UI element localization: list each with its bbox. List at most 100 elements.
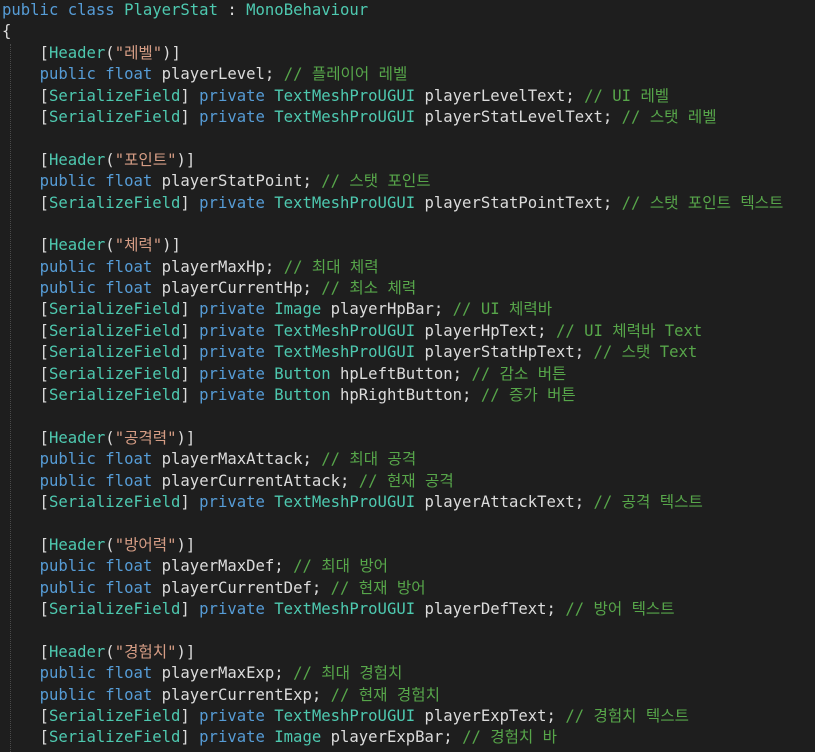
code-line[interactable]: [SerializeField] private TextMeshProUGUI… xyxy=(0,342,815,363)
code-token: private xyxy=(199,492,265,511)
code-token: [ xyxy=(2,300,49,319)
code-line[interactable]: public float playerLevel; // 플레이어 레벨 xyxy=(0,64,815,85)
code-line[interactable]: [SerializeField] private TextMeshProUGUI… xyxy=(0,107,815,128)
code-token: playerDefText; xyxy=(415,599,566,618)
code-token: private xyxy=(199,364,265,383)
code-token: TextMeshProUGUI xyxy=(274,492,416,511)
code-token: [ xyxy=(2,364,49,383)
code-line[interactable]: [SerializeField] private Image playerExp… xyxy=(0,727,815,748)
code-token: ( xyxy=(105,428,115,447)
code-token: // 현재 경험치 xyxy=(330,685,440,704)
code-line[interactable]: [Header("체력")] xyxy=(0,235,815,256)
code-line[interactable]: [Header("포인트")] xyxy=(0,150,815,171)
code-line[interactable]: public float playerStatPoint; // 스탯 포인트 xyxy=(0,171,815,192)
code-token: // 스탯 레벨 xyxy=(621,107,717,126)
code-token: private xyxy=(199,86,265,105)
code-line[interactable]: [Header("경험치")] xyxy=(0,642,815,663)
code-line[interactable]: public class PlayerStat : MonoBehaviour xyxy=(0,0,815,21)
code-line[interactable]: [SerializeField] private Image playerHpB… xyxy=(0,299,815,320)
code-token: // 최소 체력 xyxy=(321,279,417,298)
code-token: TextMeshProUGUI xyxy=(274,343,416,362)
code-token: [ xyxy=(2,535,49,554)
code-token: SerializeField xyxy=(48,492,181,511)
code-line[interactable]: [Header("방어력")] xyxy=(0,535,815,556)
code-token: )] xyxy=(162,236,181,255)
code-token: playerStatLevelText; xyxy=(415,107,622,126)
code-token: ( xyxy=(105,236,115,255)
code-token: private xyxy=(199,343,265,362)
code-token: // 플레이어 레벨 xyxy=(283,65,408,84)
code-token: )] xyxy=(176,150,196,169)
code-token: playerLevelText; xyxy=(415,86,585,105)
code-token: float xyxy=(105,557,153,576)
code-token: ] xyxy=(180,728,200,747)
code-line[interactable] xyxy=(0,513,815,534)
code-line[interactable]: [SerializeField] private Button hpLeftBu… xyxy=(0,364,815,385)
code-token: float xyxy=(105,471,153,490)
code-line[interactable]: public float playerCurrentDef; // 현재 방어 xyxy=(0,578,815,599)
code-token: TextMeshProUGUI xyxy=(274,107,416,126)
code-token: PlayerStat xyxy=(124,1,218,19)
code-line[interactable]: [Header("공격력")] xyxy=(0,428,815,449)
code-token: // 증가 버튼 xyxy=(480,386,576,405)
code-line[interactable]: [SerializeField] private TextMeshProUGUI… xyxy=(0,193,815,214)
code-token: ] xyxy=(180,386,200,405)
code-line[interactable]: public float playerCurrentExp; // 현재 경험치 xyxy=(0,685,815,706)
code-token: private xyxy=(199,386,265,405)
code-token: ( xyxy=(105,150,115,169)
code-token: [ xyxy=(2,428,49,447)
code-token: public xyxy=(39,664,96,683)
code-token: [ xyxy=(2,599,49,618)
code-token: public xyxy=(39,257,96,276)
code-line[interactable]: [Header("레벨")] xyxy=(0,43,815,64)
code-line[interactable]: public float playerCurrentAttack; // 현재 … xyxy=(0,471,815,492)
code-line[interactable]: [SerializeField] private TextMeshProUGUI… xyxy=(0,492,815,513)
code-token: public xyxy=(39,471,96,490)
code-line[interactable] xyxy=(0,214,815,235)
code-editor[interactable]: public class PlayerStat : MonoBehaviour{… xyxy=(0,0,815,752)
code-token: ] xyxy=(180,107,200,126)
code-token: SerializeField xyxy=(48,86,181,105)
code-token: [ xyxy=(2,86,49,105)
code-line[interactable]: [SerializeField] private TextMeshProUGUI… xyxy=(0,86,815,107)
code-line[interactable]: public float playerMaxDef; // 최대 방어 xyxy=(0,556,815,577)
code-line[interactable] xyxy=(0,406,815,427)
code-token: private xyxy=(199,599,265,618)
code-line[interactable]: public float playerMaxHp; // 최대 체력 xyxy=(0,257,815,278)
code-line[interactable]: [SerializeField] private Button hpRightB… xyxy=(0,385,815,406)
code-line[interactable] xyxy=(0,620,815,641)
code-token: Image xyxy=(274,728,322,747)
code-token: playerExpText; xyxy=(415,706,566,725)
code-line[interactable]: [SerializeField] private TextMeshProUGUI… xyxy=(0,321,815,342)
code-token: private xyxy=(199,107,265,126)
code-line[interactable]: public float playerCurrentHp; // 최소 체력 xyxy=(0,278,815,299)
code-line[interactable]: [SerializeField] private TextMeshProUGUI… xyxy=(0,706,815,727)
code-token: [ xyxy=(2,236,49,255)
code-line[interactable]: public float playerMaxExp; // 최대 경험치 xyxy=(0,663,815,684)
code-token: playerHpText; xyxy=(415,321,556,340)
code-token: SerializeField xyxy=(48,386,181,405)
code-line[interactable]: public float playerMaxAttack; // 최대 공격 xyxy=(0,449,815,470)
code-token: public xyxy=(39,450,96,469)
code-token: // 스탯 포인트 xyxy=(321,172,431,191)
code-token: public xyxy=(39,172,96,191)
code-line[interactable]: [SerializeField] private TextMeshProUGUI… xyxy=(0,599,815,620)
code-token: TextMeshProUGUI xyxy=(274,86,416,105)
code-token: ] xyxy=(180,321,200,340)
code-token: [ xyxy=(2,386,49,405)
code-line[interactable] xyxy=(0,128,815,149)
code-token: float xyxy=(105,450,153,469)
code-line[interactable]: { xyxy=(0,21,815,42)
code-token: ] xyxy=(180,343,200,362)
